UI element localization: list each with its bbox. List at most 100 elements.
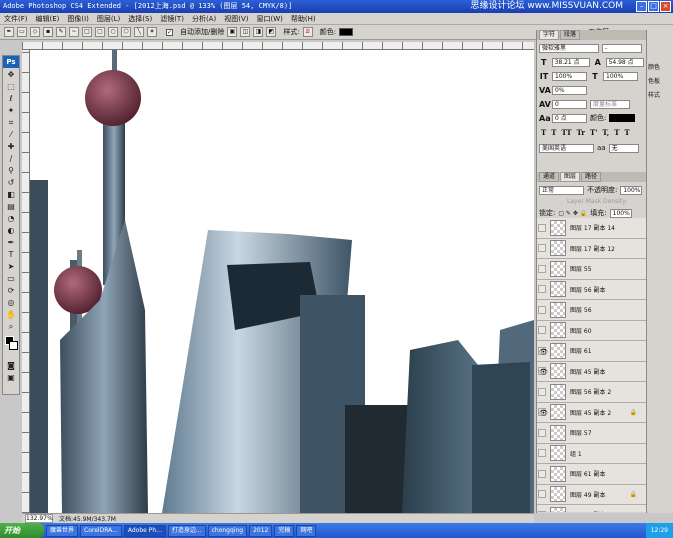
clone-stamp-icon[interactable]: ⚲	[4, 165, 18, 176]
brush-tool-icon[interactable]: ∕	[4, 153, 18, 164]
lock-icons[interactable]: ▢ ✎ ✥ 🔒	[558, 210, 587, 217]
zoom-field[interactable]: 132.97%	[25, 514, 53, 523]
small-caps-button[interactable]: Tr	[577, 128, 585, 137]
tab-layers[interactable]: 图层	[560, 172, 581, 182]
menu-view[interactable]: 视图(V)	[224, 14, 248, 24]
document-canvas[interactable]	[30, 50, 534, 513]
layer-row[interactable]: 组 1	[537, 444, 647, 464]
visibility-eye-icon[interactable]	[538, 428, 546, 437]
start-button[interactable]: 开始	[0, 523, 44, 538]
freeform-pen-icon[interactable]: ~	[69, 27, 79, 37]
task-item[interactable]: 完稿	[274, 524, 295, 537]
strikethrough-button[interactable]: T	[624, 128, 629, 137]
subscript-button[interactable]: T,	[602, 128, 609, 137]
blend-mode-select[interactable]: 正常	[539, 185, 584, 195]
type-tool-icon[interactable]: T	[4, 249, 18, 260]
gradient-tool-icon[interactable]: ▤	[4, 201, 18, 212]
task-item[interactable]: 2012	[249, 524, 273, 537]
layer-row[interactable]: 图层 49 副本 🔒	[537, 485, 647, 505]
pen-tool-preset-icon[interactable]: ✒	[4, 27, 14, 37]
3d-rotate-icon[interactable]: ⟳	[4, 285, 18, 296]
shape-tool-icon[interactable]: ▭	[4, 273, 18, 284]
shape-layers-icon[interactable]: ▭	[17, 27, 27, 37]
underline-button[interactable]: T	[614, 128, 619, 137]
line-icon[interactable]: ╲	[134, 27, 144, 37]
visibility-eye-icon[interactable]	[538, 510, 546, 512]
font-size-field[interactable]: 38.21 点	[551, 57, 590, 67]
layer-row[interactable]: 👁 图层 45 副本	[537, 362, 647, 382]
path-combine-icon[interactable]: ▣	[227, 27, 238, 37]
menu-analysis[interactable]: 分析(A)	[192, 14, 216, 24]
eraser-icon[interactable]: ◧	[4, 189, 18, 200]
visibility-eye-icon[interactable]	[538, 244, 546, 253]
opacity-field[interactable]: 100%	[620, 185, 643, 195]
layer-row[interactable]: 图层 57	[537, 423, 647, 444]
layer-row[interactable]: 图层 17 副本 14	[537, 218, 647, 239]
visibility-eye-icon[interactable]: 👁	[538, 346, 548, 356]
visibility-eye-icon[interactable]	[538, 326, 546, 335]
menu-help[interactable]: 帮助(H)	[291, 14, 316, 24]
rectangle-icon[interactable]: □	[82, 27, 92, 37]
healing-brush-icon[interactable]: ✚	[4, 141, 18, 152]
pen-tool-icon[interactable]: ✒	[4, 237, 18, 248]
visibility-eye-icon[interactable]	[538, 305, 546, 314]
path-intersect-icon[interactable]: ◨	[253, 27, 264, 37]
font-family-select[interactable]: 微软雅黑	[539, 43, 599, 53]
visibility-eye-icon[interactable]	[538, 285, 546, 294]
background-color-swatch[interactable]	[9, 341, 18, 350]
menu-filter[interactable]: 滤镜(T)	[160, 14, 184, 24]
crop-tool-icon[interactable]: ⌗	[4, 117, 18, 128]
magic-wand-icon[interactable]: ✦	[4, 105, 18, 116]
marquee-tool-icon[interactable]: ⬚	[4, 81, 18, 92]
move-tool-icon[interactable]: ✥	[4, 69, 18, 80]
tab-channels[interactable]: 通道	[539, 172, 560, 182]
visibility-eye-icon[interactable]	[538, 490, 546, 499]
layer-row[interactable]: 👁 图层 45 副本 2 🔒	[537, 403, 647, 423]
close-icon[interactable]: ×	[660, 1, 671, 12]
style-picker[interactable]: ⧄	[302, 27, 313, 37]
menu-edit[interactable]: 编辑(E)	[36, 14, 60, 24]
font-style-select[interactable]: -	[602, 43, 642, 53]
faux-bold-button[interactable]: T	[541, 128, 546, 137]
minimize-icon[interactable]: –	[636, 1, 647, 12]
ellipse-icon[interactable]: ○	[108, 27, 118, 37]
layer-row[interactable]: 👁 图层 61	[537, 341, 647, 362]
path-subtract-icon[interactable]: ◫	[240, 27, 251, 37]
tab-paths[interactable]: 路径	[581, 172, 602, 182]
tab-paragraph[interactable]: 段落	[560, 30, 581, 40]
color-swatch[interactable]	[339, 28, 354, 36]
visibility-eye-icon[interactable]	[538, 387, 546, 396]
path-exclude-icon[interactable]: ◩	[266, 27, 277, 37]
fill-field[interactable]: 100%	[609, 208, 632, 218]
screen-mode-icon[interactable]: ▣	[4, 372, 18, 383]
visibility-eye-icon[interactable]: 👁	[538, 408, 548, 417]
tab-character[interactable]: 字符	[539, 30, 560, 40]
kerning-field[interactable]: 0	[552, 99, 587, 109]
superscript-button[interactable]: T'	[590, 128, 597, 137]
layer-row[interactable]: 图层 49 副本 2	[537, 505, 647, 512]
task-item[interactable]: chongqing	[207, 524, 248, 537]
task-item[interactable]: CorelDRA...	[80, 524, 122, 537]
layer-row[interactable]: 图层 56 副本 2	[537, 382, 647, 403]
leading-field[interactable]: 54.98 点	[605, 57, 644, 67]
zoom-tool-icon[interactable]: ⌕	[4, 321, 18, 332]
auto-add-checkbox[interactable]: ✓	[166, 28, 173, 36]
faux-italic-button[interactable]: T	[551, 128, 556, 137]
visibility-eye-icon[interactable]	[538, 469, 546, 478]
paths-icon[interactable]: ◇	[30, 27, 40, 37]
rounded-rectangle-icon[interactable]: ▢	[95, 27, 105, 37]
fill-pixels-icon[interactable]: ▪	[43, 27, 53, 37]
layer-row[interactable]: 图层 17 副本 12	[537, 239, 647, 259]
baseline-shift-field[interactable]: 0 点	[552, 113, 587, 123]
pen-icon[interactable]: ✎	[56, 27, 66, 37]
language-select[interactable]: 美国英语	[539, 143, 594, 153]
panel-swatches[interactable]: 色板	[647, 74, 673, 88]
menu-file[interactable]: 文件(F)	[4, 14, 28, 24]
dodge-tool-icon[interactable]: ◐	[4, 225, 18, 236]
task-item[interactable]: Adobe Ph...	[123, 524, 166, 537]
all-caps-button[interactable]: TT	[561, 128, 571, 137]
path-selection-icon[interactable]: ➤	[4, 261, 18, 272]
blur-tool-icon[interactable]: ◔	[4, 213, 18, 224]
visibility-eye-icon[interactable]	[538, 264, 546, 273]
hand-tool-icon[interactable]: ✋	[4, 309, 18, 320]
